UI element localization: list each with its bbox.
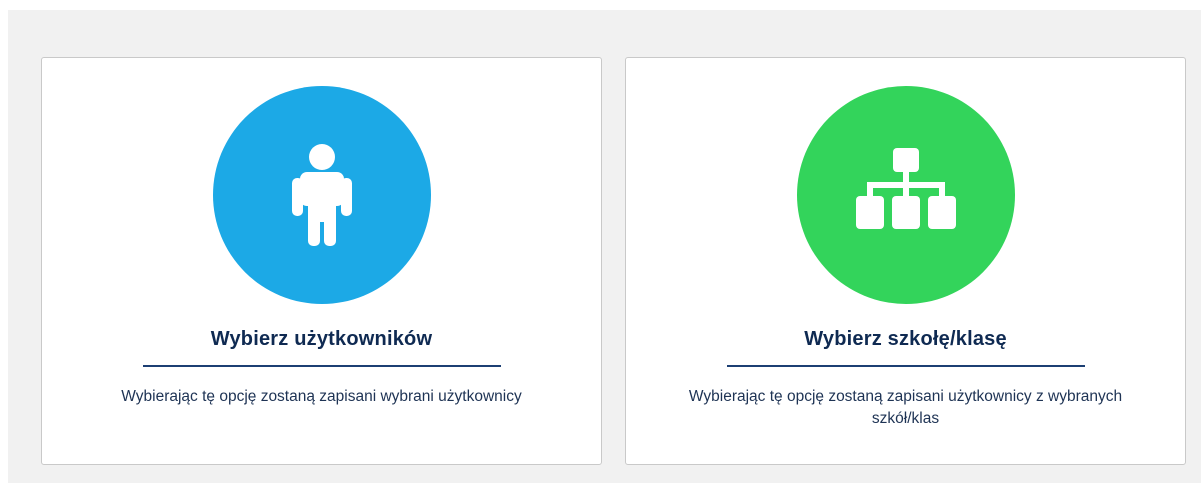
card-description: Wybierając tę opcję zostaną zapisani uży… bbox=[688, 388, 1123, 427]
card-title: Wybierz użytkowników bbox=[210, 328, 433, 350]
user-icon bbox=[291, 144, 352, 246]
card-title: Wybierz szkołę/klasę bbox=[804, 328, 1007, 350]
select-users-card[interactable]: Wybierz użytkowników Wybierając tę opcję… bbox=[41, 57, 602, 465]
hierarchy-icon bbox=[855, 148, 956, 229]
select-school-class-card[interactable]: Wybierz szkołę/klasę Wybierając tę opcję… bbox=[625, 57, 1186, 465]
card-description: Wybierając tę opcję zostaną zapisani wyb… bbox=[121, 388, 522, 405]
hierarchy-icon-circle bbox=[796, 86, 1015, 304]
title-divider bbox=[726, 365, 1085, 367]
user-icon-circle bbox=[212, 86, 431, 304]
title-divider bbox=[142, 365, 501, 367]
